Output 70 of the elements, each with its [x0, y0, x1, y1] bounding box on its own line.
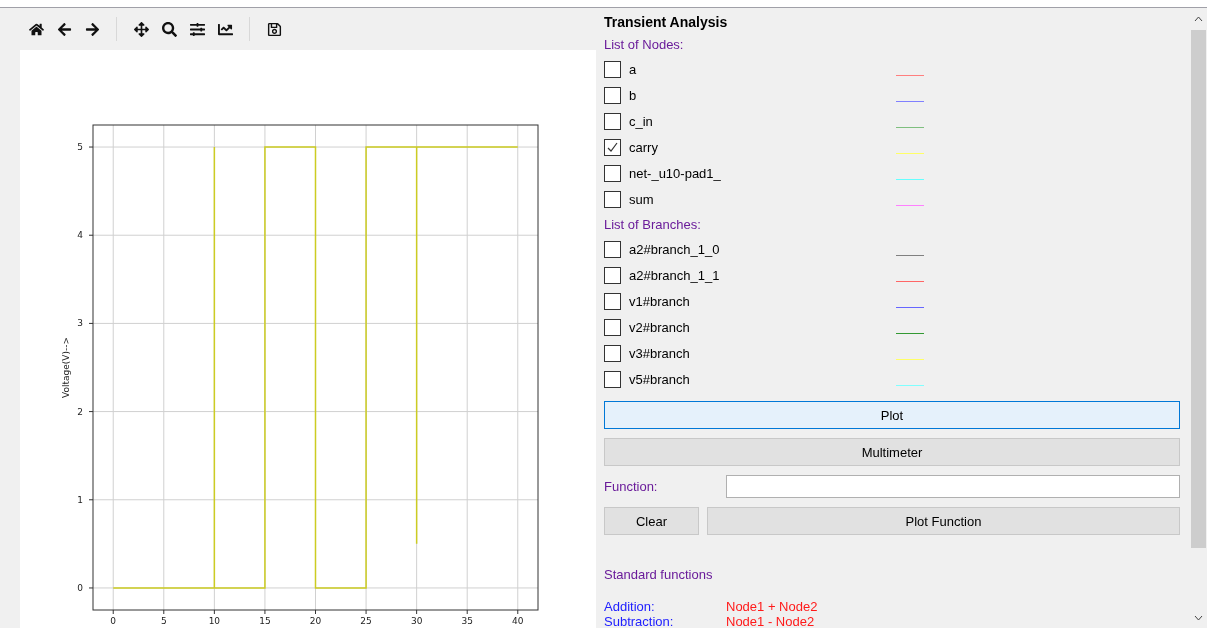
y-tick-label: 1 [77, 494, 83, 505]
function-input[interactable] [726, 475, 1180, 499]
checkbox-label: sum [629, 192, 655, 208]
x-tick-label: 20 [309, 616, 322, 626]
checkbox-label: carry [629, 140, 659, 156]
multimeter-button[interactable]: Multimeter [604, 438, 1180, 467]
checkbox-label: v5#branch [629, 371, 691, 387]
checkbox-label: v1#branch [629, 294, 691, 310]
plot-button[interactable]: Plot [604, 401, 1180, 430]
clear-button[interactable]: Clear [604, 507, 699, 536]
y-tick-label: 3 [77, 318, 83, 329]
tick-mark [466, 609, 468, 615]
x-tick-label: 10 [208, 616, 221, 626]
checkbox[interactable] [604, 165, 621, 183]
checkbox-label: c_in [629, 114, 654, 130]
checkbox[interactable] [604, 345, 621, 362]
section-heading: List of Branches: [604, 215, 702, 234]
checkbox-label: v2#branch [629, 320, 691, 336]
checkbox[interactable] [604, 139, 621, 157]
checkbox-label: v3#branch [629, 346, 691, 361]
tick-mark [416, 609, 418, 615]
y-tick-label: 0 [77, 582, 83, 593]
checkbox-label: net-_u10-pad1_ [629, 166, 722, 182]
checkbox-label: a [629, 62, 638, 78]
checkbox[interactable] [604, 370, 621, 388]
tick-mark [88, 499, 94, 501]
tick-mark [365, 609, 367, 615]
x-tick-label: 35 [461, 616, 473, 626]
y-tick-label: 2 [77, 406, 83, 417]
plot-function-button[interactable]: Plot Function [706, 507, 1180, 536]
panel-title: Transient Analysis [604, 13, 729, 32]
checkbox[interactable] [604, 267, 621, 285]
tick-mark [264, 609, 266, 615]
tick-mark [517, 609, 519, 615]
function-label: Function: [604, 479, 659, 495]
checkbox[interactable] [604, 241, 621, 259]
y-tick-label: 5 [77, 142, 83, 153]
function-expression: Node1 + Node2 [726, 599, 819, 614]
y-tick-label: 4 [77, 230, 83, 241]
tick-mark [315, 609, 316, 615]
checkbox[interactable] [604, 319, 621, 337]
x-tick-label: 40 [512, 616, 524, 626]
checkbox[interactable] [604, 87, 621, 105]
x-tick-label: 15 [259, 616, 271, 626]
checkbox-label: b [629, 88, 638, 104]
function-name: Subtraction: [604, 614, 675, 628]
tick-mark [88, 587, 94, 589]
tick-mark [88, 234, 94, 236]
x-tick-label: 25 [360, 616, 372, 626]
tick-mark [88, 146, 94, 148]
function-expression: Node1 - Node2 [726, 614, 816, 628]
scroll-thumb[interactable] [1191, 30, 1206, 548]
x-tick-label: 5 [160, 616, 167, 626]
checkbox-label: a2#branch_1_1 [629, 268, 721, 284]
section-heading: List of Nodes: [604, 36, 685, 54]
tick-mark [112, 609, 114, 615]
function-name: Addition: [604, 599, 656, 614]
tick-mark [88, 322, 94, 324]
tick-mark [163, 609, 165, 615]
x-tick-label: 0 [110, 616, 117, 626]
checkbox[interactable] [604, 113, 621, 131]
checkbox[interactable] [604, 293, 621, 311]
checkbox-label: a2#branch_1_0 [629, 242, 721, 258]
x-tick-label: 30 [410, 616, 423, 626]
checkbox[interactable] [604, 61, 621, 79]
section-heading: Standard functions [604, 567, 714, 585]
tick-mark [88, 411, 94, 413]
y-axis-label: Voltage(V)--> [61, 337, 71, 398]
tick-mark [213, 609, 215, 615]
checkbox[interactable] [604, 191, 621, 209]
